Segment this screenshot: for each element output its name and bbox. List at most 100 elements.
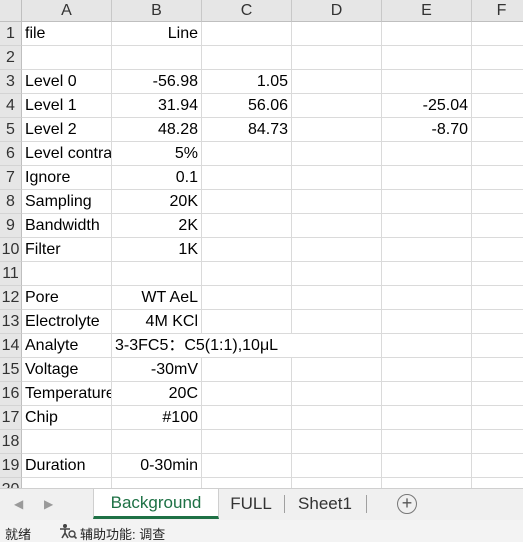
cell-c16[interactable] xyxy=(202,382,292,406)
cell-a11[interactable] xyxy=(22,262,112,286)
cell-f5[interactable] xyxy=(472,118,523,142)
row-header-1[interactable]: 1 xyxy=(0,22,22,46)
cell-e7[interactable] xyxy=(382,166,472,190)
cell-d4[interactable] xyxy=(292,94,382,118)
tab-scroll-left-icon[interactable]: ◀ xyxy=(14,497,23,511)
cell-e10[interactable] xyxy=(382,238,472,262)
row-header-20[interactable]: 20 xyxy=(0,478,22,488)
cell-b7[interactable]: 0.1 xyxy=(112,166,202,190)
cell-a14[interactable]: Analyte xyxy=(22,334,112,358)
row-header-3[interactable]: 3 xyxy=(0,70,22,94)
plus-circle-icon[interactable]: + xyxy=(397,494,417,514)
select-all-corner[interactable] xyxy=(0,0,22,22)
cell-c18[interactable] xyxy=(202,430,292,454)
cell-f8[interactable] xyxy=(472,190,523,214)
cell-b10[interactable]: 1K xyxy=(112,238,202,262)
row-header-4[interactable]: 4 xyxy=(0,94,22,118)
cell-b17[interactable]: #100 xyxy=(112,406,202,430)
cell-b8[interactable]: 20K xyxy=(112,190,202,214)
cell-f15[interactable] xyxy=(472,358,523,382)
row-header-8[interactable]: 8 xyxy=(0,190,22,214)
cell-e8[interactable] xyxy=(382,190,472,214)
cell-c4[interactable]: 56.06 xyxy=(202,94,292,118)
cell-b6[interactable]: 5% xyxy=(112,142,202,166)
cell-e5[interactable]: -8.70 xyxy=(382,118,472,142)
cell-a4[interactable]: Level 1 xyxy=(22,94,112,118)
cell-d10[interactable] xyxy=(292,238,382,262)
cell-f14[interactable] xyxy=(472,334,523,358)
cell-a12[interactable]: Pore xyxy=(22,286,112,310)
row-header-11[interactable]: 11 xyxy=(0,262,22,286)
cell-f7[interactable] xyxy=(472,166,523,190)
cell-d19[interactable] xyxy=(292,454,382,478)
tab-background[interactable]: Background xyxy=(93,489,219,519)
row-header-15[interactable]: 15 xyxy=(0,358,22,382)
cell-e11[interactable] xyxy=(382,262,472,286)
cell-e17[interactable] xyxy=(382,406,472,430)
cell-c17[interactable] xyxy=(202,406,292,430)
cell-e13[interactable] xyxy=(382,310,472,334)
column-header-c[interactable]: C xyxy=(202,0,292,22)
row-header-17[interactable]: 17 xyxy=(0,406,22,430)
cell-f19[interactable] xyxy=(472,454,523,478)
row-header-10[interactable]: 10 xyxy=(0,238,22,262)
cell-d9[interactable] xyxy=(292,214,382,238)
cell-e20[interactable] xyxy=(382,478,472,488)
cell-d16[interactable] xyxy=(292,382,382,406)
cell-f16[interactable] xyxy=(472,382,523,406)
cell-d18[interactable] xyxy=(292,430,382,454)
cell-d12[interactable] xyxy=(292,286,382,310)
cell-c7[interactable] xyxy=(202,166,292,190)
cell-c2[interactable] xyxy=(202,46,292,70)
cell-f10[interactable] xyxy=(472,238,523,262)
cell-b1[interactable]: Line xyxy=(112,22,202,46)
cell-e3[interactable] xyxy=(382,70,472,94)
cell-c20[interactable] xyxy=(202,478,292,488)
cell-f1[interactable] xyxy=(472,22,523,46)
cell-c19[interactable] xyxy=(202,454,292,478)
cell-a19[interactable]: Duration xyxy=(22,454,112,478)
cell-f18[interactable] xyxy=(472,430,523,454)
cell-f13[interactable] xyxy=(472,310,523,334)
cell-c11[interactable] xyxy=(202,262,292,286)
cell-a13[interactable]: Electrolyte xyxy=(22,310,112,334)
row-header-7[interactable]: 7 xyxy=(0,166,22,190)
cell-b9[interactable]: 2K xyxy=(112,214,202,238)
row-header-18[interactable]: 18 xyxy=(0,430,22,454)
cell-d8[interactable] xyxy=(292,190,382,214)
cell-f6[interactable] xyxy=(472,142,523,166)
cell-d14[interactable] xyxy=(292,334,382,358)
cell-f20[interactable] xyxy=(472,478,523,488)
cell-c10[interactable] xyxy=(202,238,292,262)
cell-d1[interactable] xyxy=(292,22,382,46)
cell-a16[interactable]: Temperature xyxy=(22,382,112,406)
cell-b4[interactable]: 31.94 xyxy=(112,94,202,118)
spreadsheet-grid[interactable]: A B C D E F 1 file Line 2 3 Level 0 -56.98 1.05 4 Level… xyxy=(0,0,523,488)
cell-e4[interactable]: -25.04 xyxy=(382,94,472,118)
cell-a10[interactable]: Filter xyxy=(22,238,112,262)
cell-c12[interactable] xyxy=(202,286,292,310)
row-header-19[interactable]: 19 xyxy=(0,454,22,478)
cell-a9[interactable]: Bandwidth xyxy=(22,214,112,238)
cell-b13[interactable]: 4M KCl xyxy=(112,310,202,334)
cell-b14[interactable]: 3-3FC5：C5(1:1),10μL xyxy=(112,334,278,358)
cell-d13[interactable] xyxy=(292,310,382,334)
cell-b3[interactable]: -56.98 xyxy=(112,70,202,94)
cell-c3[interactable]: 1.05 xyxy=(202,70,292,94)
status-accessibility[interactable]: 辅助功能: 调查 xyxy=(80,524,165,543)
cell-c13[interactable] xyxy=(202,310,292,334)
row-header-9[interactable]: 9 xyxy=(0,214,22,238)
cell-f17[interactable] xyxy=(472,406,523,430)
cell-a7[interactable]: Ignore xyxy=(22,166,112,190)
cell-c8[interactable] xyxy=(202,190,292,214)
row-header-6[interactable]: 6 xyxy=(0,142,22,166)
cell-e1[interactable] xyxy=(382,22,472,46)
cell-c6[interactable] xyxy=(202,142,292,166)
cell-a17[interactable]: Chip xyxy=(22,406,112,430)
tab-sheet1[interactable]: Sheet1 xyxy=(287,489,363,519)
column-header-a[interactable]: A xyxy=(22,0,112,22)
cell-c15[interactable] xyxy=(202,358,292,382)
cell-e2[interactable] xyxy=(382,46,472,70)
cell-c1[interactable] xyxy=(202,22,292,46)
cell-e12[interactable] xyxy=(382,286,472,310)
